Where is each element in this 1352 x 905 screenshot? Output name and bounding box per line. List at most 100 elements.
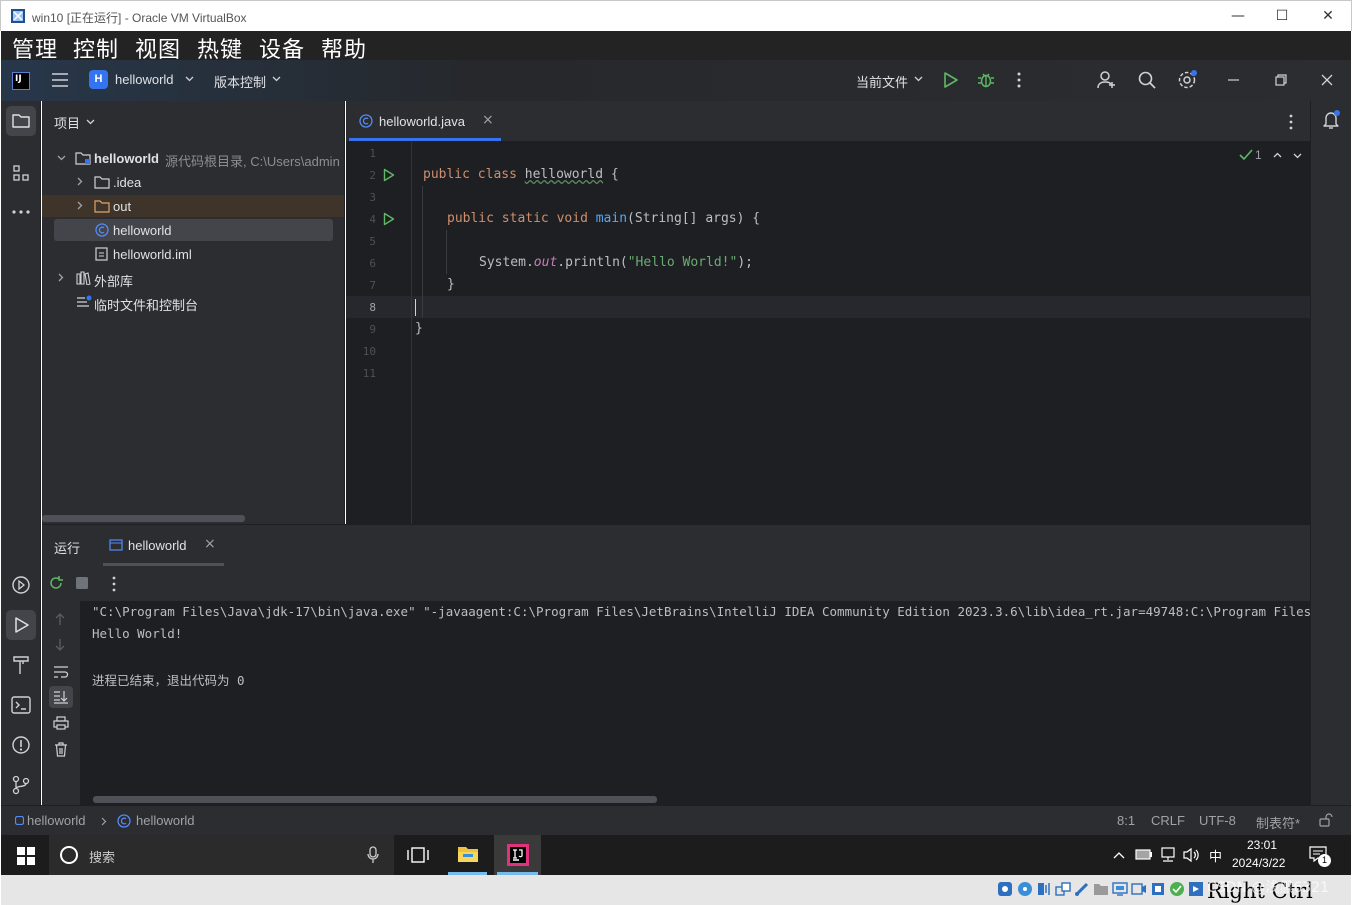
ide-restore-icon[interactable]	[1275, 74, 1287, 86]
run-configuration-selector[interactable]: 当前文件	[856, 69, 928, 91]
services-tool-button[interactable]	[6, 570, 36, 600]
tab-close-button[interactable]: ×	[482, 112, 494, 128]
module-folder-icon	[75, 151, 91, 165]
clock-date[interactable]: 2024/3/22	[1232, 856, 1285, 870]
guest-additions-icon[interactable]	[1169, 881, 1185, 897]
hard-disk-icon[interactable]	[997, 881, 1013, 897]
close-window-button[interactable]: ✕	[1305, 1, 1351, 32]
action-center-button[interactable]: 1	[1307, 843, 1333, 867]
microphone-icon[interactable]	[367, 846, 379, 864]
tree-item-iml-file[interactable]: helloworld.iml	[42, 243, 344, 265]
tray-volume-icon[interactable]	[1183, 847, 1201, 863]
tree-item-helloworld-class[interactable]: helloworld	[54, 219, 333, 241]
project-view-selector[interactable]: 项目	[54, 113, 114, 131]
taskbar-intellij[interactable]	[494, 835, 541, 875]
network-adapter-icon[interactable]	[1055, 881, 1071, 897]
structure-tool-button[interactable]	[6, 158, 36, 188]
audio-icon[interactable]	[1036, 881, 1052, 897]
windows-start-icon[interactable]	[17, 847, 35, 865]
more-tools-button[interactable]	[6, 197, 36, 227]
breadcrumb-project[interactable]: helloworld	[27, 813, 86, 828]
code-with-me-user-icon[interactable]	[1097, 70, 1117, 90]
run-console-output[interactable]: "C:\Program Files\Java\jdk-17\bin\java.e…	[80, 601, 1310, 805]
project-horizontal-scrollbar[interactable]	[42, 515, 245, 522]
ide-minimize-icon[interactable]	[1228, 79, 1239, 81]
chevron-down-icon[interactable]	[1293, 153, 1302, 159]
run-tab-close-button[interactable]: ×	[204, 536, 216, 552]
arrow-up-icon[interactable]	[54, 612, 66, 626]
search-ring-icon	[59, 845, 79, 865]
project-tool-button[interactable]	[6, 106, 36, 136]
taskbar-file-explorer[interactable]	[445, 835, 490, 875]
arrow-down-icon[interactable]	[54, 638, 66, 652]
shared-folder-icon[interactable]	[1093, 881, 1109, 897]
trash-clear-icon[interactable]	[54, 742, 68, 757]
build-tool-button[interactable]	[6, 650, 36, 680]
rerun-icon[interactable]	[48, 575, 64, 591]
run-play-icon[interactable]	[943, 71, 959, 89]
code-editor[interactable]: 1 2 3 4 5 6 7 8 9 10 11 public class hel…	[346, 142, 1310, 524]
clock-time[interactable]: 23:01	[1247, 838, 1277, 852]
gutter-separator	[411, 142, 412, 524]
problems-tool-button[interactable]	[6, 730, 36, 760]
settings-gear-icon[interactable]	[1177, 70, 1199, 90]
run-more-options-icon[interactable]	[112, 576, 116, 592]
git-tool-button[interactable]	[6, 770, 36, 800]
soft-wrap-icon[interactable]	[53, 665, 69, 679]
code-line-2: public class helloworld {	[423, 167, 619, 182]
gutter-run-main-icon[interactable]	[383, 212, 395, 226]
minimize-button[interactable]: —	[1215, 1, 1261, 32]
tray-chevron-up-icon[interactable]	[1113, 851, 1125, 859]
search-icon[interactable]	[1138, 71, 1156, 89]
vcs-menu[interactable]: 版本控制	[214, 69, 286, 91]
tree-item-out[interactable]: out	[42, 195, 344, 217]
breadcrumb: helloworld helloworld	[1, 806, 241, 836]
tab-run-helloworld[interactable]: helloworld ×	[101, 525, 225, 567]
code-text: .println(	[557, 255, 628, 270]
maximize-button[interactable]: ☐	[1259, 1, 1305, 32]
line-ending[interactable]: CRLF	[1151, 813, 1185, 828]
ide-close-icon[interactable]	[1321, 74, 1333, 86]
recording-icon[interactable]	[1131, 881, 1147, 897]
tree-item-scratches[interactable]: 临时文件和控制台	[42, 291, 344, 313]
caret-position[interactable]: 8:1	[1117, 813, 1135, 828]
more-options-icon[interactable]	[1017, 72, 1021, 88]
optical-drive-icon[interactable]	[1017, 881, 1033, 897]
terminal-tool-button[interactable]	[6, 690, 36, 720]
tray-network-icon[interactable]	[1159, 847, 1177, 863]
taskbar-search-box[interactable]: 搜索	[49, 835, 394, 875]
editor-tabs-more-icon[interactable]	[1289, 114, 1293, 130]
usb-icon[interactable]	[1074, 881, 1090, 897]
project-tool-window: 项目 helloworld 源代码根目录, C:\Users\admin .id…	[42, 101, 345, 524]
console-horizontal-scrollbar[interactable]	[93, 796, 657, 803]
file-encoding[interactable]: UTF-8	[1199, 813, 1236, 828]
hammer-icon	[12, 655, 30, 675]
gutter-run-class-icon[interactable]	[383, 168, 395, 182]
main-menu-hamburger-icon[interactable]	[51, 72, 69, 88]
display-icon[interactable]	[1112, 881, 1128, 897]
debug-bug-icon[interactable]	[977, 71, 995, 89]
mouse-integration-icon[interactable]	[1188, 881, 1204, 897]
tab-helloworld-java[interactable]: helloworld.java ×	[346, 101, 503, 142]
cpu-activity-icon[interactable]	[1150, 881, 1166, 897]
print-icon[interactable]	[53, 716, 69, 730]
line-number: 2	[369, 169, 376, 182]
chevron-up-icon[interactable]	[1273, 152, 1282, 158]
ime-indicator[interactable]: 中	[1209, 846, 1222, 865]
task-view-icon[interactable]	[407, 847, 429, 863]
run-tool-button[interactable]	[6, 610, 36, 640]
project-switcher[interactable]: H helloworld	[89, 69, 199, 91]
indent-setting[interactable]: 制表符*	[1256, 813, 1300, 832]
unlock-icon[interactable]	[1319, 813, 1333, 827]
inspection-widget[interactable]: 1	[1239, 148, 1303, 164]
breadcrumb-class[interactable]: helloworld	[136, 813, 195, 828]
tray-power-icon[interactable]	[1135, 848, 1153, 860]
tree-root-helloworld[interactable]: helloworld 源代码根目录, C:\Users\admin	[42, 147, 344, 169]
stop-icon[interactable]	[76, 577, 88, 589]
tree-item-idea[interactable]: .idea	[42, 171, 344, 193]
line-number: 3	[369, 191, 376, 204]
scroll-to-end-button[interactable]	[49, 686, 73, 708]
tree-item-external-libraries[interactable]: 外部库	[42, 267, 344, 289]
notifications-bell-icon[interactable]	[1321, 109, 1343, 131]
run-panel-title: 运行	[54, 541, 81, 556]
